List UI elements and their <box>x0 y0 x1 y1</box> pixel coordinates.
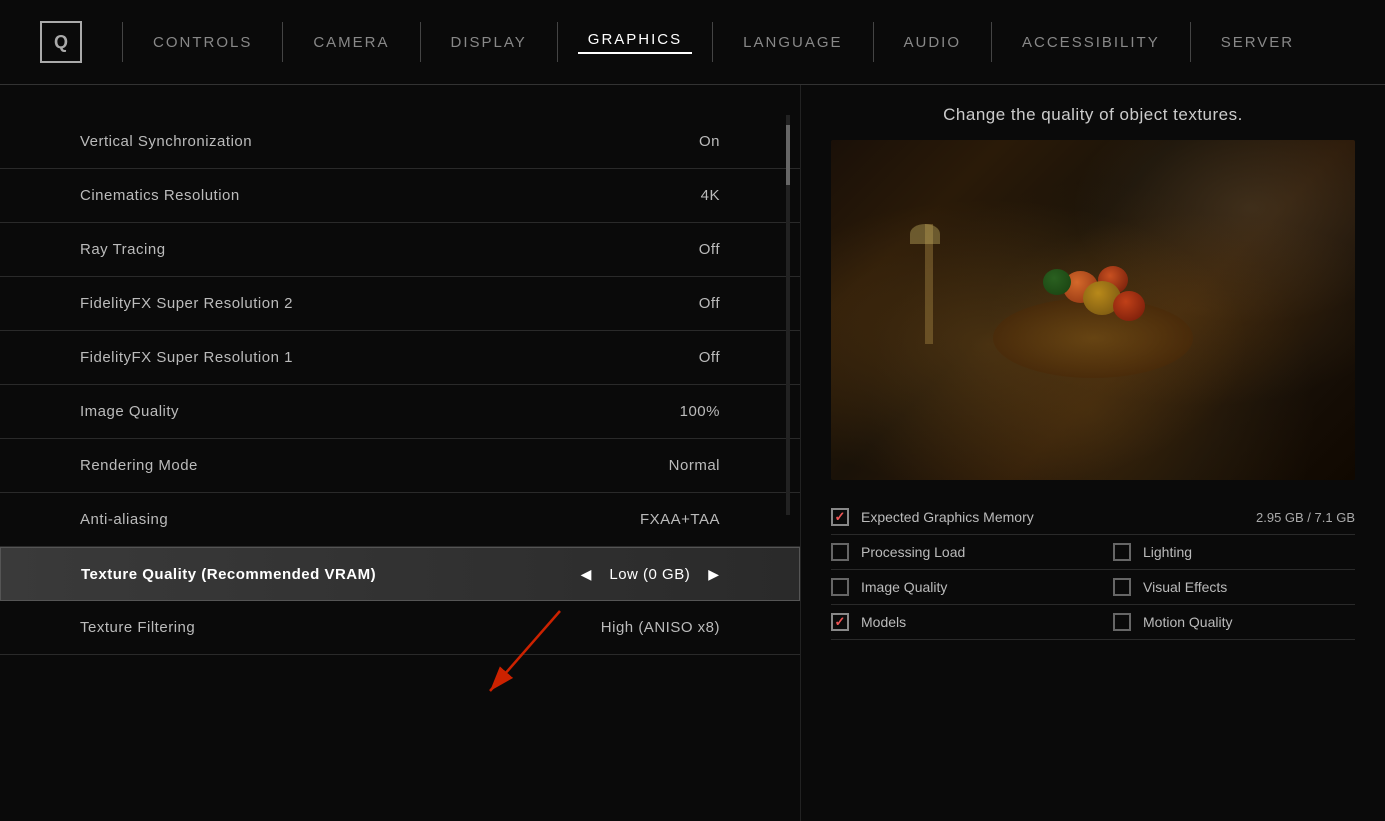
setting-row-3[interactable]: FidelityFX Super Resolution 2 Off <box>0 277 800 331</box>
preview-description: Change the quality of object textures. <box>831 105 1355 125</box>
lamp-shade <box>910 224 940 244</box>
setting-name-2: Ray Tracing <box>80 241 699 258</box>
checkbox-row-motion_quality[interactable]: Motion Quality <box>1093 605 1355 640</box>
nav-item-server[interactable]: SERVER <box>1211 34 1304 51</box>
nav-divider-1 <box>122 22 123 62</box>
setting-name-0: Vertical Synchronization <box>80 133 699 150</box>
checkbox-label-visual_effects: Visual Effects <box>1143 579 1355 595</box>
arrow-left-8[interactable]: ◀ <box>581 566 592 583</box>
checkbox-label-lighting: Lighting <box>1143 544 1355 560</box>
top-navigation: Q CONTROLS CAMERA DISPLAY GRAPHICS LANGU… <box>0 0 1385 85</box>
settings-panel: Vertical Synchronization On Cinematics R… <box>0 85 800 821</box>
setting-row-7[interactable]: Anti-aliasing FXAA+TAA <box>0 493 800 547</box>
checkbox-label-image_quality: Image Quality <box>861 579 1073 595</box>
checkbox-motion_quality[interactable] <box>1113 613 1131 631</box>
logo-button[interactable]: Q <box>40 21 82 63</box>
scrollbar-thumb[interactable] <box>786 125 790 185</box>
nav-divider-2 <box>282 22 283 62</box>
setting-row-6[interactable]: Rendering Mode Normal <box>0 439 800 493</box>
checkbox-label-models: Models <box>861 614 1073 630</box>
expected-memory-value: 2.95 GB / 7.1 GB <box>1256 510 1355 525</box>
checkbox-models[interactable] <box>831 613 849 631</box>
setting-name-7: Anti-aliasing <box>80 511 640 528</box>
checkbox-processing_load[interactable] <box>831 543 849 561</box>
nav-divider-7 <box>991 22 992 62</box>
main-content: Vertical Synchronization On Cinematics R… <box>0 85 1385 821</box>
nav-item-accessibility[interactable]: ACCESSIBILITY <box>1012 34 1170 51</box>
fruit-pile <box>1003 261 1183 361</box>
expected-memory-row: Expected Graphics Memory 2.95 GB / 7.1 G… <box>831 500 1355 535</box>
setting-value-0: On <box>699 133 720 150</box>
nav-divider-8 <box>1190 22 1191 62</box>
setting-value-4: Off <box>699 349 720 366</box>
preview-panel: Change the quality of object textures. E… <box>800 85 1385 821</box>
expected-memory-checkbox[interactable] <box>831 508 849 526</box>
setting-name-9: Texture Filtering <box>80 619 601 636</box>
setting-value-6: Normal <box>669 457 720 474</box>
setting-name-5: Image Quality <box>80 403 680 420</box>
setting-value-2: Off <box>699 241 720 258</box>
setting-row-1[interactable]: Cinematics Resolution 4K <box>0 169 800 223</box>
nav-divider-5 <box>712 22 713 62</box>
scrollbar[interactable] <box>786 115 790 515</box>
preview-image <box>831 140 1355 480</box>
nav-divider-4 <box>557 22 558 62</box>
nav-item-display[interactable]: DISPLAY <box>441 34 537 51</box>
expected-memory-label: Expected Graphics Memory <box>861 509 1244 525</box>
checkbox-lighting[interactable] <box>1113 543 1131 561</box>
setting-row-9[interactable]: Texture Filtering High (ANISO x8) <box>0 601 800 655</box>
nav-item-language[interactable]: LANGUAGE <box>733 34 852 51</box>
checkbox-row-image_quality[interactable]: Image Quality <box>831 570 1093 605</box>
nav-divider-6 <box>873 22 874 62</box>
checkbox-row-visual_effects[interactable]: Visual Effects <box>1093 570 1355 605</box>
setting-row-0[interactable]: Vertical Synchronization On <box>0 115 800 169</box>
checkbox-visual_effects[interactable] <box>1113 578 1131 596</box>
setting-name-8: Texture Quality (Recommended VRAM) <box>81 566 581 583</box>
setting-name-3: FidelityFX Super Resolution 2 <box>80 295 699 312</box>
checkbox-row-models[interactable]: Models <box>831 605 1093 640</box>
setting-value-1: 4K <box>701 187 720 204</box>
setting-name-1: Cinematics Resolution <box>80 187 701 204</box>
settings-list: Vertical Synchronization On Cinematics R… <box>0 115 800 655</box>
setting-name-4: FidelityFX Super Resolution 1 <box>80 349 699 366</box>
setting-value-9: High (ANISO x8) <box>601 619 720 636</box>
nav-item-graphics[interactable]: GRAPHICS <box>578 31 692 54</box>
nav-item-audio[interactable]: AUDIO <box>894 34 972 51</box>
setting-value-5: 100% <box>680 403 720 420</box>
nav-item-controls[interactable]: CONTROLS <box>143 34 262 51</box>
checkbox-row-lighting[interactable]: Lighting <box>1093 535 1355 570</box>
nav-divider-3 <box>420 22 421 62</box>
setting-row-2[interactable]: Ray Tracing Off <box>0 223 800 277</box>
setting-row-4[interactable]: FidelityFX Super Resolution 1 Off <box>0 331 800 385</box>
checkbox-row-processing_load[interactable]: Processing Load <box>831 535 1093 570</box>
checkbox-label-motion_quality: Motion Quality <box>1143 614 1355 630</box>
arrow-right-8[interactable]: ▶ <box>708 566 719 583</box>
setting-row-8[interactable]: Texture Quality (Recommended VRAM) ◀ Low… <box>0 547 800 601</box>
checkbox-label-processing_load: Processing Load <box>861 544 1073 560</box>
setting-value-7: FXAA+TAA <box>640 511 720 528</box>
setting-name-6: Rendering Mode <box>80 457 669 474</box>
nav-item-camera[interactable]: CAMERA <box>303 34 399 51</box>
setting-arrows-8: ◀ Low (0 GB) ▶ <box>581 566 719 583</box>
setting-row-5[interactable]: Image Quality 100% <box>0 385 800 439</box>
setting-value-3: Off <box>699 295 720 312</box>
setting-value-8: Low (0 GB) <box>609 566 690 583</box>
checkbox-image_quality[interactable] <box>831 578 849 596</box>
checkboxes-section: Processing Load Lighting Image Quality V… <box>831 535 1355 640</box>
